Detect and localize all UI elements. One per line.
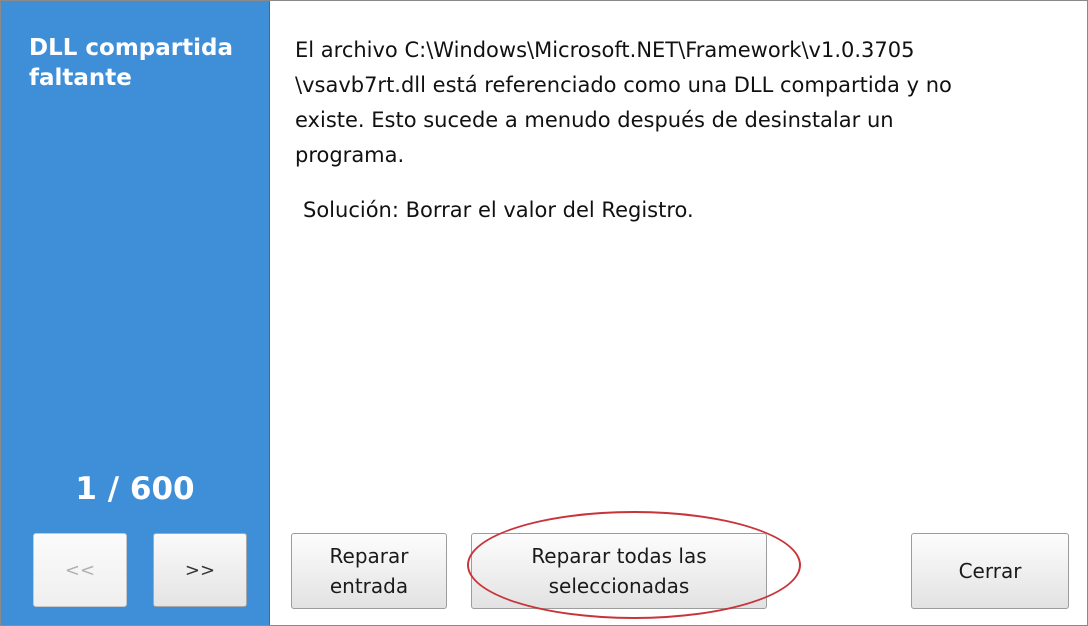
- button-label: entrada: [329, 574, 409, 598]
- issue-counter: 1 / 600: [75, 471, 195, 507]
- issue-description: El archivo C:\Windows\Microsoft.NET\Fram…: [295, 33, 1065, 228]
- repair-all-selected-button[interactable]: Reparar todas las seleccionadas: [471, 533, 767, 609]
- message-line: existe. Esto sucede a menudo después de …: [295, 108, 894, 132]
- solution-text: Solución: Borrar el valor del Registro.: [303, 198, 694, 222]
- sidebar: DLL compartida faltante 1 / 600 << >>: [1, 1, 270, 625]
- previous-button[interactable]: <<: [33, 533, 127, 607]
- message-line: programa.: [295, 143, 405, 167]
- next-button[interactable]: >>: [153, 533, 247, 607]
- message-line: \vsavb7rt.dll está referenciado como una…: [295, 73, 952, 97]
- button-label: Reparar: [329, 544, 409, 568]
- dialog-window: DLL compartida faltante 1 / 600 << >> El…: [0, 0, 1088, 626]
- button-label: seleccionadas: [548, 574, 690, 598]
- button-label: Reparar todas las: [531, 544, 707, 568]
- repair-entry-button[interactable]: Reparar entrada: [291, 533, 447, 609]
- close-button[interactable]: Cerrar: [911, 533, 1069, 609]
- issue-title: DLL compartida faltante: [29, 35, 234, 91]
- message-line: El archivo C:\Windows\Microsoft.NET\Fram…: [295, 38, 915, 62]
